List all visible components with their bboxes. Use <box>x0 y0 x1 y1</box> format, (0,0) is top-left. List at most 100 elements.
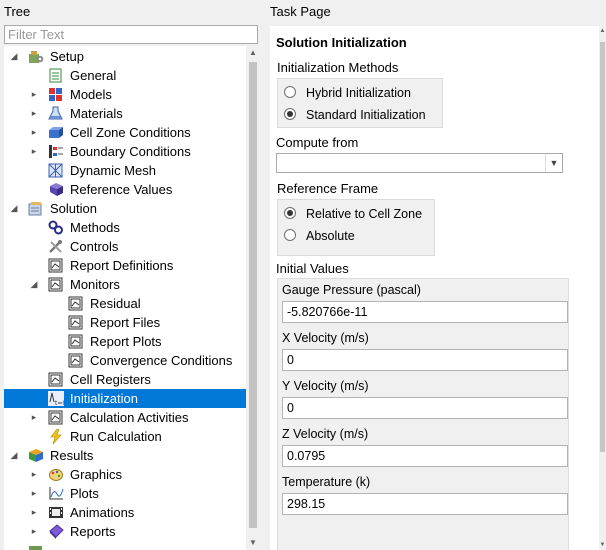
tree-item-animations[interactable]: ▸ Animations <box>4 503 246 522</box>
tree-item-label: Models <box>70 87 112 102</box>
collapsed-arrow-icon[interactable]: ▸ <box>28 85 40 104</box>
tree-item-partial[interactable] <box>4 541 246 550</box>
tree-item-label: Setup <box>50 49 84 64</box>
tree-item-controls[interactable]: Controls <box>4 237 246 256</box>
filter-text-input[interactable] <box>4 25 258 44</box>
radio-label: Hybrid Initialization <box>306 86 411 100</box>
report-files-icon <box>68 315 83 330</box>
initialization-methods-label: Initialization Methods <box>277 60 399 75</box>
expanded-arrow-icon[interactable]: ◢ <box>8 47 20 66</box>
convergence-conditions-icon <box>68 353 83 368</box>
collapsed-arrow-icon[interactable]: ▸ <box>28 104 40 123</box>
tree-item-setup[interactable]: ◢ Setup <box>4 47 246 66</box>
expanded-arrow-icon[interactable]: ◢ <box>28 275 40 294</box>
collapsed-arrow-icon[interactable]: ▸ <box>28 484 40 503</box>
scroll-up-arrow-icon[interactable]: ▲ <box>599 28 606 34</box>
task-page-body: Solution Initialization Initialization M… <box>270 26 606 550</box>
y-velocity-input[interactable] <box>282 397 568 419</box>
tree-item-calculation-activities[interactable]: ▸ Calculation Activities <box>4 408 246 427</box>
tree-item-materials[interactable]: ▸ Materials <box>4 104 246 123</box>
tree-item-dynamic-mesh[interactable]: Dynamic Mesh <box>4 161 246 180</box>
scrollbar-thumb[interactable] <box>600 42 605 452</box>
scroll-down-arrow-icon[interactable]: ▼ <box>599 542 606 548</box>
tree-item-report-files[interactable]: Report Files <box>4 313 246 332</box>
tree-item-report-definitions[interactable]: Report Definitions <box>4 256 246 275</box>
tree-item-label: Report Files <box>90 315 161 330</box>
tree-item-label: Report Plots <box>90 334 162 349</box>
tree-panel: Tree ◢ Setup General <box>0 0 262 550</box>
initialization-methods-group: Hybrid Initialization Standard Initializ… <box>277 78 443 128</box>
task-panel: Task Page Solution Initialization Initia… <box>266 0 606 550</box>
tree-item-reports[interactable]: ▸ Reports <box>4 522 246 541</box>
task-page-scrollbar[interactable]: ▲ ▼ <box>599 26 606 550</box>
scrollbar-thumb[interactable] <box>249 62 257 528</box>
scroll-down-arrow-icon[interactable]: ▼ <box>246 536 260 550</box>
tree-item-cell-registers[interactable]: Cell Registers <box>4 370 246 389</box>
radio-button-icon[interactable] <box>284 229 296 241</box>
gauge-pressure-label: Gauge Pressure (pascal) <box>282 283 421 297</box>
tree-item-cell-zone-conditions[interactable]: ▸ Cell Zone Conditions <box>4 123 246 142</box>
reference-values-icon <box>50 183 63 196</box>
tree-item-plots[interactable]: ▸ Plots <box>4 484 246 503</box>
task-page-header: Task Page <box>270 4 331 19</box>
radio-button-checked-icon[interactable] <box>284 207 296 219</box>
collapsed-arrow-icon[interactable]: ▸ <box>28 465 40 484</box>
y-velocity-label: Y Velocity (m/s) <box>282 379 369 393</box>
radio-button-icon[interactable] <box>284 86 296 98</box>
page-title: Solution Initialization <box>276 35 407 50</box>
tree-item-models[interactable]: ▸ Models <box>4 85 246 104</box>
z-velocity-input[interactable] <box>282 445 568 467</box>
folder-icon <box>29 546 42 550</box>
report-definitions-icon <box>48 258 63 273</box>
x-velocity-input[interactable] <box>282 349 568 371</box>
reference-frame-label: Reference Frame <box>277 181 379 196</box>
tree-item-label: Reports <box>70 524 116 539</box>
tree-item-reference-values[interactable]: Reference Values <box>4 180 246 199</box>
setup-icon <box>29 51 44 63</box>
tree-header: Tree <box>4 4 31 19</box>
chevron-down-icon[interactable]: ▼ <box>545 154 562 172</box>
temperature-input[interactable] <box>282 493 568 515</box>
collapsed-arrow-icon[interactable]: ▸ <box>28 123 40 142</box>
compute-from-label: Compute from <box>276 135 359 150</box>
tree-item-label: Boundary Conditions <box>70 144 191 159</box>
collapsed-arrow-icon[interactable]: ▸ <box>28 408 40 427</box>
tree-item-label: Solution <box>50 201 97 216</box>
radio-label: Absolute <box>306 229 355 243</box>
tree-item-solution[interactable]: ◢ Solution <box>4 199 246 218</box>
compute-from-dropdown[interactable]: ▼ <box>276 153 563 173</box>
calculation-activities-icon <box>48 410 63 425</box>
tree-item-monitors[interactable]: ◢ Monitors <box>4 275 246 294</box>
tree-item-label: Materials <box>70 106 123 121</box>
tree-item-general[interactable]: General <box>4 66 246 85</box>
animations-icon <box>49 507 63 518</box>
collapsed-arrow-icon[interactable]: ▸ <box>28 142 40 161</box>
tree-item-report-plots[interactable]: Report Plots <box>4 332 246 351</box>
tree-item-boundary-conditions[interactable]: ▸ Boundary Conditions <box>4 142 246 161</box>
tree-item-methods[interactable]: Methods <box>4 218 246 237</box>
expanded-arrow-icon[interactable]: ◢ <box>8 199 20 218</box>
tree-item-label: Results <box>50 448 94 463</box>
tree-item-label: Plots <box>70 486 99 501</box>
tree-item-run-calculation[interactable]: Run Calculation <box>4 427 246 446</box>
solution-icon <box>28 202 42 216</box>
tree-item-graphics[interactable]: ▸ Graphics <box>4 465 246 484</box>
reference-frame-group: Relative to Cell Zone Absolute <box>277 199 435 256</box>
tree-scrollbar[interactable]: ▲ ▼ <box>246 46 260 550</box>
run-calculation-icon <box>50 429 62 444</box>
collapsed-arrow-icon[interactable]: ▸ <box>28 503 40 522</box>
tree-item-results[interactable]: ◢ Results <box>4 446 246 465</box>
radio-button-checked-icon[interactable] <box>284 108 296 120</box>
tree-item-label: Controls <box>70 239 119 254</box>
gauge-pressure-input[interactable] <box>282 301 568 323</box>
monitors-icon <box>48 277 63 292</box>
plots-icon <box>49 487 64 500</box>
tree-item-convergence-conditions[interactable]: Convergence Conditions <box>4 351 246 370</box>
tree-item-label: Methods <box>70 220 120 235</box>
cell-registers-icon <box>48 372 63 387</box>
expanded-arrow-icon[interactable]: ◢ <box>8 446 20 465</box>
collapsed-arrow-icon[interactable]: ▸ <box>28 522 40 541</box>
tree-item-initialization[interactable]: t=0 Initialization <box>4 389 246 408</box>
scroll-up-arrow-icon[interactable]: ▲ <box>246 46 260 60</box>
tree-item-residual[interactable]: Residual <box>4 294 246 313</box>
